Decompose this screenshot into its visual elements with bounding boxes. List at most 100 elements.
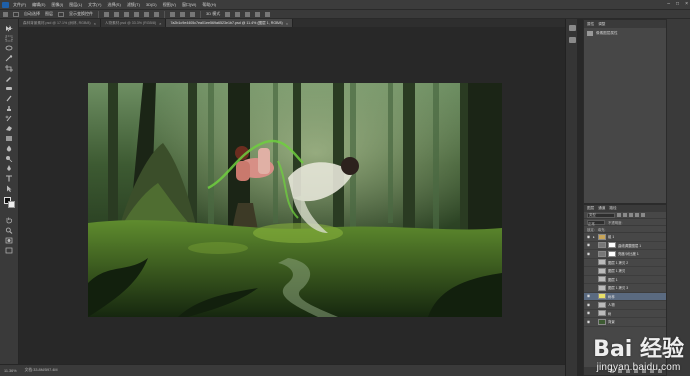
visibility-eye-icon[interactable] [586,286,591,290]
3d-roll-icon[interactable] [235,11,241,17]
close-tab-icon[interactable]: × [94,21,96,26]
align-middle-icon[interactable] [114,11,119,17]
menu-file[interactable]: 文件(F) [13,2,26,8]
layer-row[interactable]: 图层 1 拷贝 3 [584,284,666,293]
visibility-eye-icon[interactable]: ◉ [586,294,591,298]
align-left-icon[interactable] [134,11,139,17]
distribute-icon[interactable] [190,11,195,17]
filter-shape-icon[interactable] [635,213,639,217]
dodge-tool-icon[interactable] [5,155,13,163]
layer-row[interactable]: ◉ ▸ 组 1 [584,233,666,242]
align-right-icon[interactable] [154,11,159,17]
visibility-eye-icon[interactable] [586,269,591,273]
move-tool-icon[interactable] [3,11,8,17]
visibility-eye-icon[interactable]: ◉ [586,319,591,324]
menu-filter[interactable]: 滤镜(T) [127,2,140,8]
tab-properties[interactable]: 属性 [587,22,594,27]
gradient-tool-icon[interactable] [5,135,13,142]
close-tab-icon[interactable]: × [159,21,161,26]
move-tool-icon[interactable] [5,25,13,32]
3d-pan-icon[interactable] [245,11,251,17]
blur-tool-icon[interactable] [5,145,13,152]
photoshop-logo-icon[interactable] [2,1,9,8]
align-center-icon[interactable] [144,11,149,17]
crop-tool-icon[interactable] [5,65,13,72]
clone-stamp-tool-icon[interactable] [5,105,13,112]
tab-document-1[interactable]: 森林背景素材.psd @ 17.1% (树林, RGB/8) × [19,19,101,27]
menu-3d[interactable]: 3D(D) [146,2,157,7]
history-brush-tool-icon[interactable] [5,115,13,122]
menu-edit[interactable]: 编辑(E) [32,2,45,8]
3d-rotate-icon[interactable] [225,11,231,17]
zoom-tool-icon[interactable] [5,227,13,234]
filter-type-icon[interactable] [629,213,633,217]
lasso-tool-icon[interactable] [5,45,13,52]
visibility-eye-icon[interactable]: ◉ [586,243,591,247]
layer-row[interactable]: 图层 1 拷贝 2 [584,259,666,267]
zoom-level[interactable]: 11.36% [4,369,17,373]
forest-fantasy-artwork[interactable] [88,83,502,317]
layer-mode-select[interactable]: 图层 [45,11,53,17]
layer-row[interactable]: ◉ 背景 [584,318,666,327]
properties-icon[interactable] [569,37,576,43]
layer-row[interactable]: 图层 1 [584,276,666,284]
expand-arrow-icon[interactable]: ▸ [593,235,596,239]
close-icon[interactable]: × [685,1,688,7]
visibility-eye-icon[interactable]: ◉ [586,251,591,256]
tab-layers[interactable]: 图层 [587,206,594,211]
screen-mode-icon[interactable] [5,247,13,254]
history-icon[interactable] [569,25,576,31]
layer-mask-thumbnail[interactable] [608,242,616,249]
visibility-eye-icon[interactable]: ◉ [586,234,591,239]
auto-select-checkbox[interactable] [13,11,19,17]
quick-mask-icon[interactable] [5,237,13,244]
layer-mask-thumbnail[interactable] [608,250,616,257]
visibility-eye-icon[interactable] [586,277,591,281]
minimize-icon[interactable]: – [667,1,670,7]
distribute-icon[interactable] [170,11,175,17]
layer-row[interactable]: ◉ 人物 [584,301,666,310]
healing-brush-tool-icon[interactable] [5,85,13,92]
layer-row[interactable]: ◉ 曲线调整图层 1 [584,242,666,250]
quick-select-tool-icon[interactable] [5,55,13,62]
tab-document-active[interactable]: 7a2b1c9e4405c7ea01ee569a6523e1b7.psd @ 1… [166,19,294,27]
filter-kind-select[interactable]: 类型 [587,212,615,218]
layer-row[interactable]: 图层 1 拷贝 [584,267,666,276]
menu-type[interactable]: 文字(Y) [88,2,101,8]
layer-row-selected[interactable]: ◉ 树林 [584,292,666,301]
brush-tool-icon[interactable] [5,95,13,102]
blend-mode-select[interactable]: 正常 [587,219,605,226]
tab-adjustments[interactable]: 调整 [598,22,605,27]
filter-pixel-icon[interactable] [617,213,621,217]
tab-document-2[interactable]: 人物素材.psd @ 33.3% (RGB/8) × [100,19,167,27]
menu-help[interactable]: 帮助(H) [202,2,216,8]
show-transform-checkbox[interactable] [58,11,64,17]
layer-row[interactable]: ◉ 亮度/对比度 1 [584,250,666,259]
path-selection-tool-icon[interactable] [5,185,13,192]
menu-select[interactable]: 选择(S) [107,2,120,8]
distribute-icon[interactable] [180,11,185,17]
marquee-tool-icon[interactable] [5,35,13,42]
3d-scale-icon[interactable] [265,11,271,17]
align-bottom-icon[interactable] [124,11,129,17]
align-top-icon[interactable] [104,11,109,17]
layer-row[interactable]: ◉ 树 [584,310,666,318]
close-tab-icon[interactable]: × [286,21,288,26]
tab-paths[interactable]: 路径 [609,206,616,211]
eyedropper-tool-icon[interactable] [5,75,13,82]
background-color-swatch[interactable] [8,201,15,208]
3d-slide-icon[interactable] [255,11,261,17]
filter-smart-icon[interactable] [641,213,645,217]
menu-image[interactable]: 图像(I) [51,2,63,8]
type-tool-icon[interactable] [5,175,13,182]
visibility-eye-icon[interactable]: ◉ [586,311,591,315]
pen-tool-icon[interactable] [5,165,13,172]
menu-layer[interactable]: 图层(L) [69,2,82,8]
maximize-icon[interactable]: □ [676,1,679,7]
menu-view[interactable]: 视图(V) [163,2,176,8]
visibility-eye-icon[interactable] [586,260,591,264]
menu-window[interactable]: 窗口(W) [182,2,196,8]
visibility-eye-icon[interactable]: ◉ [586,302,591,307]
hand-tool-icon[interactable] [5,217,13,224]
eraser-tool-icon[interactable] [5,125,13,132]
